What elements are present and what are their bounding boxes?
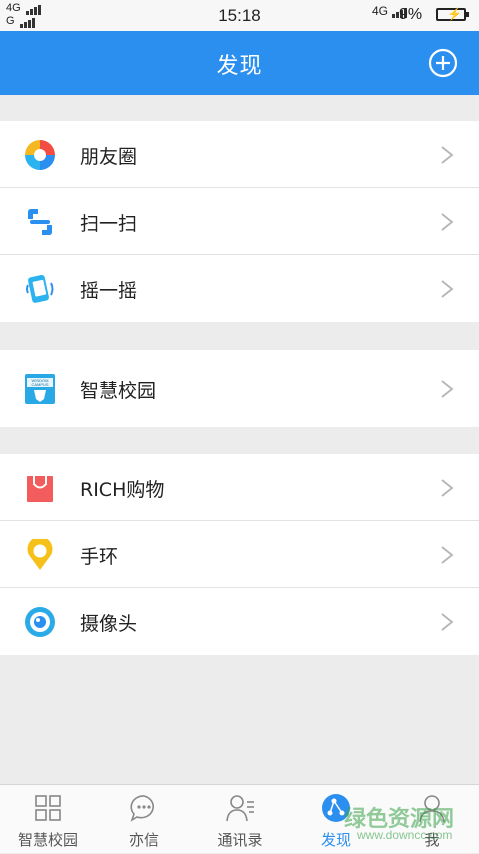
moments-icon (25, 140, 55, 170)
tab-label: 亦信 (128, 831, 159, 849)
chevron-right-icon (441, 380, 454, 398)
battery-icon: ⚡ (436, 7, 469, 21)
discover-group-1: 朋友圈 扫一扫 摇一摇 (0, 121, 479, 322)
svg-text:CAMPUS: CAMPUS (31, 382, 48, 387)
list-item-shake[interactable]: 摇一摇 (0, 255, 479, 322)
list-item-camera[interactable]: 摄像头 (0, 588, 479, 655)
discover-group-2: WISDOM CAMPUS 智慧校园 (0, 350, 479, 427)
network-label: 4G (372, 4, 389, 18)
tab-label: 通讯录 (217, 831, 263, 849)
list-item-label: 扫一扫 (80, 213, 138, 235)
watermark-url: www.downcc.com (357, 828, 453, 842)
tab-wisdom-campus[interactable]: 智慧校园 (0, 785, 96, 854)
location-pin-icon (27, 539, 53, 570)
list-item-label: 朋友圈 (80, 146, 138, 168)
list-item-label: 摄像头 (80, 613, 138, 635)
chevron-right-icon (441, 280, 454, 298)
grid-icon (35, 795, 61, 821)
list-item-label: RICH购物 (80, 479, 165, 501)
tab-contacts[interactable]: 通讯录 (192, 785, 288, 854)
list-item-label: 摇一摇 (80, 280, 138, 302)
shopping-bag-icon (27, 476, 53, 502)
list-item-moments[interactable]: 朋友圈 (0, 121, 479, 188)
contacts-icon (226, 795, 254, 822)
list-item-scan[interactable]: 扫一扫 (0, 188, 479, 255)
scan-icon (28, 209, 52, 235)
add-icon[interactable] (427, 47, 459, 79)
battery-percent: 9% (399, 6, 423, 23)
page-title: 发现 (216, 54, 263, 79)
list-item-label: 智慧校园 (80, 380, 157, 402)
list-item-label: 手环 (80, 546, 119, 568)
list-item-shopping[interactable]: RICH购物 (0, 454, 479, 521)
shake-icon (26, 274, 54, 303)
tab-chat[interactable]: 亦信 (96, 785, 192, 854)
app-header: 发现 (0, 31, 479, 95)
camera-icon (25, 607, 55, 637)
status-bar: 4G G 15:18 4G 9% ⚡ (0, 0, 479, 31)
wisdom-campus-icon: WISDOM CAMPUS (25, 374, 55, 404)
chevron-right-icon (441, 213, 454, 231)
chevron-right-icon (441, 146, 454, 164)
chevron-right-icon (441, 479, 454, 497)
chat-icon (130, 795, 154, 822)
chevron-right-icon (441, 613, 454, 631)
list-item-wisdom-campus[interactable]: WISDOM CAMPUS 智慧校园 (0, 350, 479, 427)
tab-label: 智慧校园 (17, 831, 78, 849)
list-item-band[interactable]: 手环 (0, 521, 479, 588)
discover-group-3: RICH购物 手环 摄像头 (0, 454, 479, 655)
chevron-right-icon (441, 546, 454, 564)
